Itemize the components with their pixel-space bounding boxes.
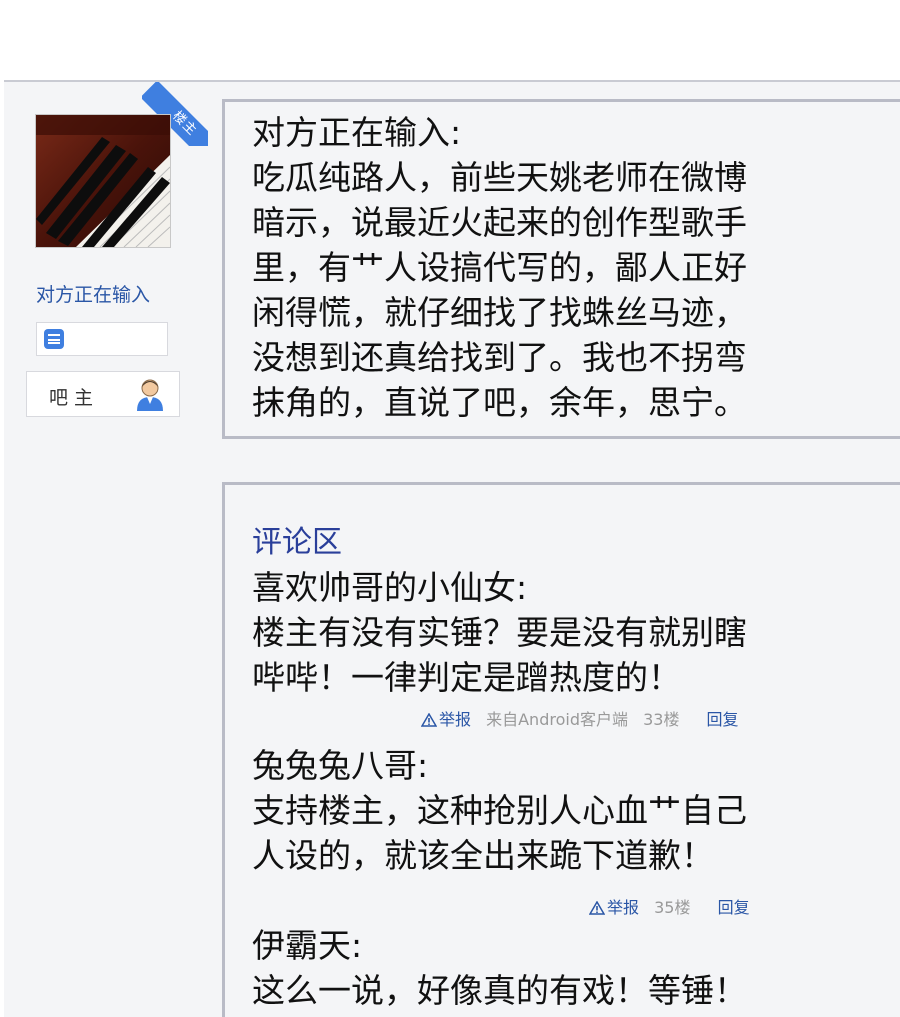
comment-section: 评论区 喜欢帅哥的小仙女: 楼主有没有实锤？要是没有就别瞎 哔哔！一律判定是蹭热… (222, 482, 900, 1017)
comment-line: 这么一说，好像真的有戏！等锤！ (252, 971, 747, 1010)
comment-meta: 举报 来自Android客户端 33楼 回复 (421, 706, 749, 730)
comment-floor: 33楼 (643, 710, 680, 729)
post-line: 对方正在输入: (252, 113, 462, 152)
post-line: 吃瓜纯路人，前些天姚老师在微博 (252, 158, 747, 197)
user-icon (137, 379, 163, 411)
level-badge[interactable] (36, 322, 168, 356)
post-line: 抹角的，直说了吧，余年，思宁。 (252, 383, 747, 422)
comment-line: 楼主有没有实锤？要是没有就别瞎 (252, 613, 747, 652)
warning-icon (421, 713, 437, 727)
level-icon (44, 329, 64, 349)
comment-line: 人设的，就该全出来跪下道歉！ (252, 836, 714, 875)
post-content: 对方正在输入: 吃瓜纯路人，前些天姚老师在微博 暗示，说最近火起来的创作型歌手 … (222, 99, 900, 439)
thread-frame: 楼主 对方正在输入 吧主 对方正在输入: 吃瓜纯路人，前些天姚老师在微博 暗示，… (4, 80, 900, 1017)
post-line: 闲得慌，就仔细找了找蛛丝马迹， (252, 293, 747, 332)
forum-owner-badge: 吧主 (26, 371, 180, 417)
post-line: 没想到还真给找到了。我也不拐弯 (252, 338, 747, 377)
comment-source: 来自Android客户端 (486, 710, 628, 729)
comment-item: 兔兔兔八哥: 支持楼主，这种抢别人心血艹自己 人设的，就该全出来跪下道歉！ (252, 743, 892, 878)
report-label: 举报 (439, 710, 472, 729)
comments-title: 评论区 (252, 525, 342, 560)
avatar[interactable] (35, 114, 171, 248)
comment-author[interactable]: 伊霸天: (252, 923, 892, 968)
warning-icon (589, 901, 605, 915)
comment-item: 喜欢帅哥的小仙女: 楼主有没有实锤？要是没有就别瞎 哔哔！一律判定是蹭热度的！ (252, 565, 892, 700)
comment-item: 伊霸天: 这么一说，好像真的有戏！等锤！ (252, 923, 892, 1013)
author-username[interactable]: 对方正在输入 (36, 280, 150, 307)
comment-floor: 35楼 (654, 898, 691, 917)
post-body: 对方正在输入: 吃瓜纯路人，前些天姚老师在微博 暗示，说最近火起来的创作型歌手 … (252, 110, 892, 425)
comment-line: 支持楼主，这种抢别人心血艹自己 (252, 791, 747, 830)
reply-link[interactable]: 回复 (707, 710, 739, 729)
comment-author[interactable]: 喜欢帅哥的小仙女: (252, 565, 892, 610)
post-line: 暗示，说最近火起来的创作型歌手 (252, 203, 747, 242)
reply-link[interactable]: 回复 (718, 898, 750, 917)
author-sidebar: 楼主 对方正在输入 吧主 (4, 82, 209, 1017)
post-line: 里，有艹人设搞代写的，鄙人正好 (252, 248, 747, 287)
comment-author[interactable]: 兔兔兔八哥: (252, 743, 892, 788)
report-link[interactable]: 举报 (589, 898, 639, 917)
owner-label: 吧主 (49, 387, 100, 409)
piano-avatar-image (36, 115, 170, 247)
report-link[interactable]: 举报 (421, 710, 471, 729)
comment-line: 哔哔！一律判定是蹭热度的！ (252, 658, 681, 697)
report-label: 举报 (607, 898, 640, 917)
comment-meta: 举报 35楼 回复 (589, 894, 760, 918)
